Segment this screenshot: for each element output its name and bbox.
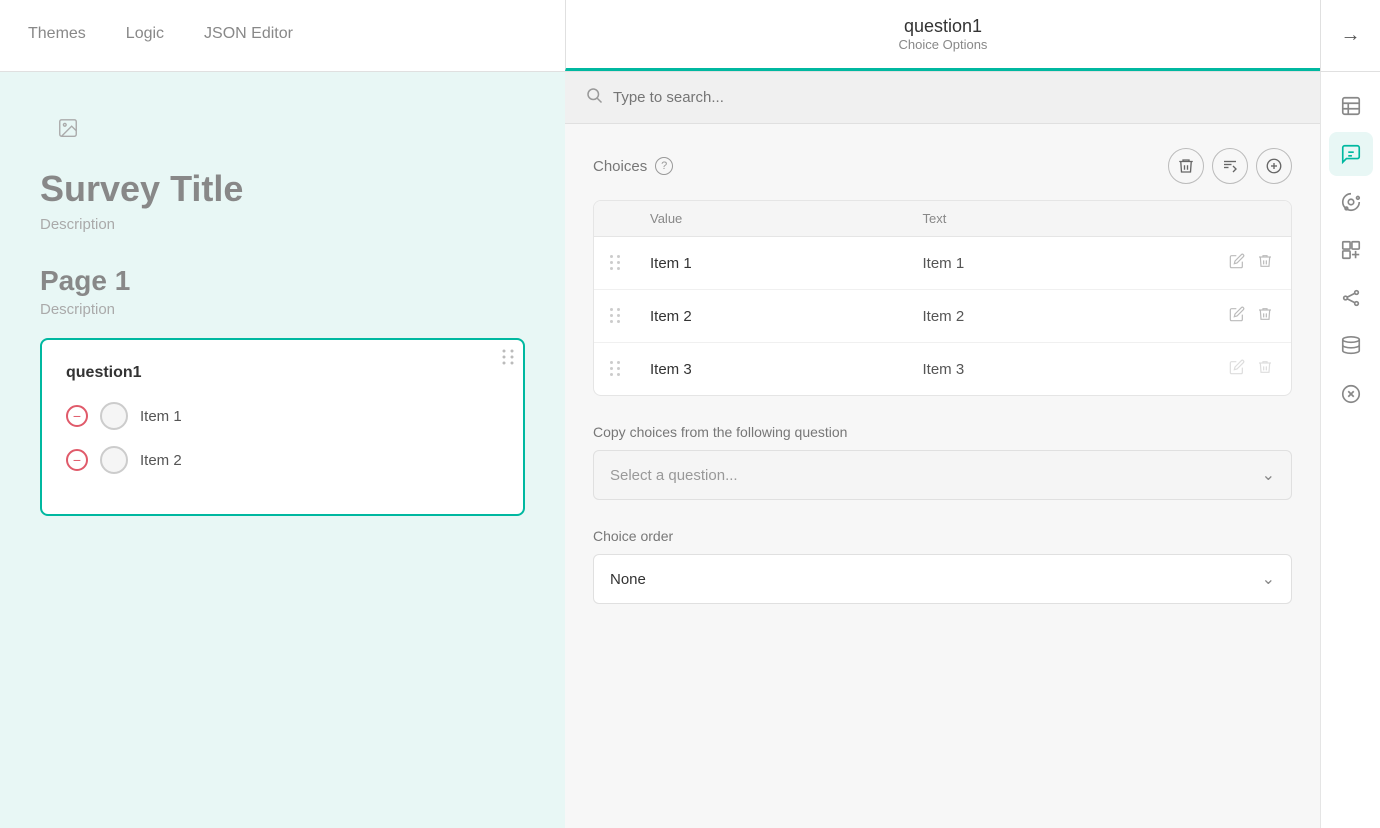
nav-tabs-container: Themes Logic JSON Editor	[0, 17, 565, 54]
delete-row-2-button[interactable]	[1255, 304, 1275, 328]
copy-choices-label: Copy choices from the following question	[593, 424, 1292, 440]
chevron-down-icon-2: ⌄	[1262, 569, 1275, 589]
table-row: Item 2 Item 2	[594, 290, 1291, 343]
search-bar	[565, 72, 1320, 124]
collapse-arrow-icon[interactable]: →	[1341, 24, 1361, 47]
nav-arrow[interactable]: →	[1320, 0, 1380, 71]
choice-order-label: Choice order	[593, 528, 1292, 544]
row-actions-2	[1195, 304, 1275, 328]
remove-choice-1-icon[interactable]: −	[66, 405, 88, 427]
cell-text-1: Item 1	[923, 255, 1196, 272]
help-icon[interactable]: ?	[655, 157, 673, 175]
question-card: question1 − Item 1 − Item 2	[40, 338, 525, 516]
page-title: Page 1	[40, 265, 525, 297]
row-actions-1	[1195, 251, 1275, 275]
logic-icon-button[interactable]	[1329, 276, 1373, 320]
question-subtitle: Choice Options	[899, 37, 988, 52]
right-sidebar	[1320, 72, 1380, 828]
tab-logic[interactable]: Logic	[122, 17, 168, 54]
properties-icon-button[interactable]	[1329, 132, 1373, 176]
add-choice-button[interactable]	[1256, 148, 1292, 184]
col-drag	[610, 211, 650, 226]
choice-order-dropdown[interactable]: None ⌄	[593, 554, 1292, 604]
cell-text-3: Item 3	[923, 361, 1196, 378]
question-header: question1 Choice Options	[565, 0, 1320, 71]
col-actions	[1195, 211, 1275, 226]
delete-row-3-button[interactable]	[1255, 357, 1275, 381]
question-card-title: question1	[66, 364, 499, 382]
chevron-down-icon: ⌄	[1262, 465, 1275, 485]
remove-choice-2-icon[interactable]: −	[66, 449, 88, 471]
drag-handle-card	[501, 348, 515, 369]
radio-circle-1	[100, 402, 128, 430]
search-input[interactable]	[613, 89, 1300, 106]
radio-circle-2	[100, 446, 128, 474]
survey-description: Description	[40, 216, 525, 233]
top-navigation: Themes Logic JSON Editor question1 Choic…	[0, 0, 1380, 72]
col-text: Text	[923, 211, 1196, 226]
cell-value-3: Item 3	[650, 361, 923, 378]
choice-item-1: − Item 1	[66, 402, 499, 430]
data-icon-button[interactable]	[1329, 324, 1373, 368]
choice-options-panel: Choices ?	[565, 72, 1320, 828]
table-row: Item 1 Item 1	[594, 237, 1291, 290]
sort-choices-button[interactable]	[1212, 148, 1248, 184]
panel-content: Choices ?	[565, 124, 1320, 628]
search-icon	[585, 86, 603, 109]
choices-table: Value Text Item 1 Item 1	[593, 200, 1292, 396]
choice-label-2: Item 2	[140, 452, 182, 469]
cell-value-1: Item 1	[650, 255, 923, 272]
choice-item-2: − Item 2	[66, 446, 499, 474]
choices-header: Choices ?	[593, 148, 1292, 184]
tab-themes[interactable]: Themes	[24, 17, 90, 54]
choice-label-1: Item 1	[140, 408, 182, 425]
main-layout: Survey Title Description Page 1 Descript…	[0, 72, 1380, 828]
styling-icon-button[interactable]	[1329, 180, 1373, 224]
choice-order-value: None	[610, 571, 646, 588]
drag-handle-icon	[610, 308, 622, 324]
row-actions-3	[1195, 357, 1275, 381]
cell-text-2: Item 2	[923, 308, 1196, 325]
edit-row-1-button[interactable]	[1227, 251, 1247, 275]
tab-json-editor[interactable]: JSON Editor	[200, 17, 297, 54]
design-icon-button[interactable]	[1329, 228, 1373, 272]
col-value: Value	[650, 211, 923, 226]
survey-image-placeholder	[40, 104, 96, 152]
survey-title: Survey Title	[40, 168, 525, 210]
table-header: Value Text	[594, 201, 1291, 237]
table-view-icon-button[interactable]	[1329, 84, 1373, 128]
edit-row-3-button[interactable]	[1227, 357, 1247, 381]
drag-handle-icon	[610, 361, 622, 377]
drag-handle-icon	[610, 255, 622, 271]
cell-value-2: Item 2	[650, 308, 923, 325]
select-placeholder: Select a question...	[610, 467, 738, 484]
close-circle-icon-button[interactable]	[1329, 372, 1373, 416]
choices-label: Choices ?	[593, 157, 673, 175]
table-row: Item 3 Item 3	[594, 343, 1291, 395]
survey-preview-panel: Survey Title Description Page 1 Descript…	[0, 72, 565, 828]
question-title: question1	[904, 16, 982, 37]
delete-row-1-button[interactable]	[1255, 251, 1275, 275]
clear-choices-button[interactable]	[1168, 148, 1204, 184]
page-description: Description	[40, 301, 525, 318]
edit-row-2-button[interactable]	[1227, 304, 1247, 328]
select-question-dropdown[interactable]: Select a question... ⌄	[593, 450, 1292, 500]
choices-actions	[1168, 148, 1292, 184]
